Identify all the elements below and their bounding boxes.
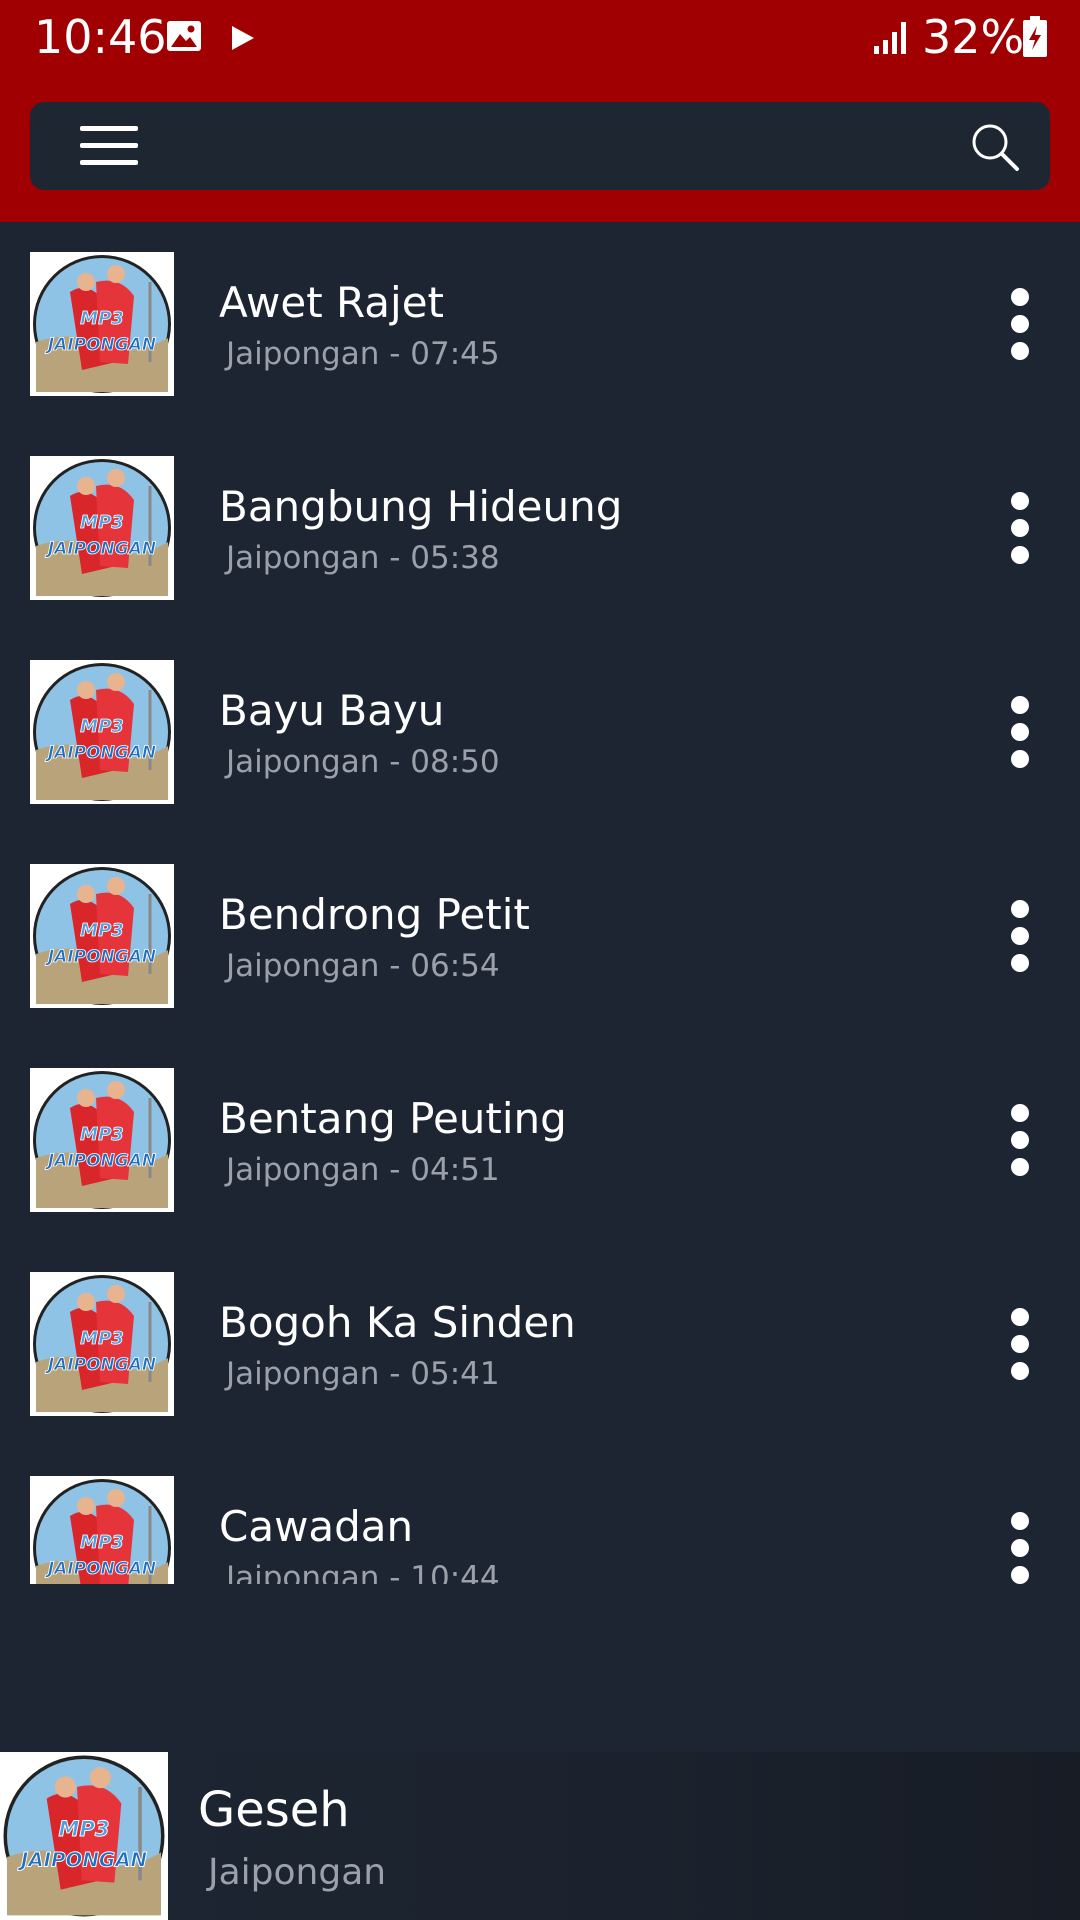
more-options-icon[interactable] <box>1000 282 1040 366</box>
track-artwork: MP3 JAIPONGAN <box>30 1272 174 1416</box>
svg-text:JAIPONGAN: JAIPONGAN <box>45 947 156 967</box>
track-row[interactable]: MP3 JAIPONGAN Bayu Bayu Jaipongan - 08:50 <box>0 630 1080 834</box>
track-row[interactable]: MP3 JAIPONGAN Cawadan Jaipongan - 10:44 <box>0 1446 1080 1584</box>
image-icon <box>167 21 201 51</box>
svg-text:JAIPONGAN: JAIPONGAN <box>45 1559 156 1579</box>
track-meta: Jaipongan - 10:44 <box>226 1560 500 1584</box>
track-meta: Jaipongan - 08:50 <box>226 744 500 780</box>
track-title: Bangbung Hideung <box>219 482 623 531</box>
battery-percent: 32% <box>922 10 1025 64</box>
svg-text:JAIPONGAN: JAIPONGAN <box>17 1848 148 1871</box>
svg-text:MP3: MP3 <box>80 920 124 941</box>
track-meta: Jaipongan - 05:41 <box>226 1356 500 1392</box>
now-playing-artist: Jaipongan <box>208 1852 387 1893</box>
track-row[interactable]: MP3 JAIPONGAN Bentang Peuting Jaipongan -… <box>0 1038 1080 1242</box>
track-artwork: MP3 JAIPONGAN <box>30 456 174 600</box>
track-list[interactable]: MP3 JAIPONGAN Awet Rajet Jaipongan - 07:4… <box>0 222 1080 1584</box>
track-artwork: MP3 JAIPONGAN <box>30 252 174 396</box>
svg-text:JAIPONGAN: JAIPONGAN <box>45 1151 156 1171</box>
more-options-icon[interactable] <box>1000 1098 1040 1182</box>
more-options-icon[interactable] <box>1000 1506 1040 1584</box>
more-options-icon[interactable] <box>1000 894 1040 978</box>
svg-text:JAIPONGAN: JAIPONGAN <box>45 335 156 355</box>
now-playing-title: Geseh <box>198 1782 350 1838</box>
app-header: 10:46 32% <box>0 0 1080 222</box>
track-artwork: MP3 JAIPONGAN <box>30 1068 174 1212</box>
track-meta: Jaipongan - 04:51 <box>226 1152 500 1188</box>
svg-text:MP3: MP3 <box>80 1532 124 1553</box>
search-icon[interactable] <box>970 122 1020 172</box>
search-toolbar <box>30 102 1050 190</box>
svg-text:MP3: MP3 <box>59 1817 110 1841</box>
track-title: Bogoh Ka Sinden <box>219 1298 576 1347</box>
svg-text:MP3: MP3 <box>80 1328 124 1349</box>
track-title: Bendrong Petit <box>219 890 530 939</box>
more-options-icon[interactable] <box>1000 486 1040 570</box>
more-options-icon[interactable] <box>1000 1302 1040 1386</box>
track-row[interactable]: MP3 JAIPONGAN Bangbung Hideung Jaipongan … <box>0 426 1080 630</box>
svg-text:JAIPONGAN: JAIPONGAN <box>45 539 156 559</box>
svg-text:JAIPONGAN: JAIPONGAN <box>45 1355 156 1375</box>
play-icon <box>232 26 254 50</box>
svg-text:JAIPONGAN: JAIPONGAN <box>45 743 156 763</box>
track-row[interactable]: MP3 JAIPONGAN Awet Rajet Jaipongan - 07:4… <box>0 222 1080 426</box>
track-row[interactable]: MP3 JAIPONGAN Bogoh Ka Sinden Jaipongan -… <box>0 1242 1080 1446</box>
now-playing-artwork: MP3 JAIPONGAN <box>0 1752 168 1920</box>
track-artwork: MP3 JAIPONGAN <box>30 660 174 804</box>
hamburger-menu-icon <box>80 126 138 131</box>
battery-charging-icon <box>1023 16 1047 57</box>
track-meta: Jaipongan - 06:54 <box>226 948 500 984</box>
track-title: Awet Rajet <box>219 278 445 327</box>
svg-text:MP3: MP3 <box>80 716 124 737</box>
track-artwork: MP3 JAIPONGAN <box>30 864 174 1008</box>
track-row[interactable]: MP3 JAIPONGAN Bendrong Petit Jaipongan - … <box>0 834 1080 1038</box>
svg-text:MP3: MP3 <box>80 1124 124 1145</box>
more-options-icon[interactable] <box>1000 690 1040 774</box>
status-time: 10:46 <box>34 10 167 64</box>
svg-text:MP3: MP3 <box>80 308 124 329</box>
svg-text:MP3: MP3 <box>80 512 124 533</box>
track-meta: Jaipongan - 05:38 <box>226 540 500 576</box>
now-playing-bar[interactable]: MP3 JAIPONGAN Geseh Jaipongan <box>0 1752 1080 1920</box>
track-meta: Jaipongan - 07:45 <box>226 336 500 372</box>
track-title: Cawadan <box>219 1502 414 1551</box>
track-title: Bentang Peuting <box>219 1094 567 1143</box>
menu-button[interactable] <box>80 126 138 166</box>
track-title: Bayu Bayu <box>219 686 445 735</box>
track-artwork: MP3 JAIPONGAN <box>30 1476 174 1584</box>
signal-icon <box>874 22 906 54</box>
